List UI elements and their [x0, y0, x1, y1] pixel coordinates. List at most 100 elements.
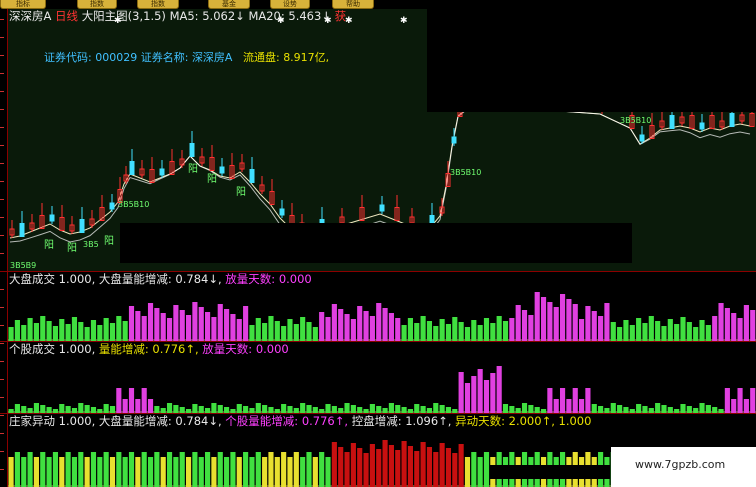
- candle-body: [451, 136, 457, 144]
- volume-bar: [445, 407, 452, 413]
- volume-bar: [737, 318, 743, 341]
- signal-star: ✱: [114, 16, 122, 26]
- yang-label: 阳: [67, 243, 77, 254]
- volume-bar: [287, 319, 293, 341]
- volume-bar: [598, 406, 604, 413]
- volume-bar: [648, 408, 654, 413]
- volume-bar: [750, 388, 756, 413]
- volume-bar: [376, 303, 382, 341]
- volume-bar: [572, 388, 578, 413]
- volume-bar: [407, 446, 413, 487]
- volume-bar: [496, 316, 502, 341]
- volume-bar: [274, 321, 280, 341]
- volume-bar: [636, 404, 642, 413]
- volume-bar: [661, 405, 667, 413]
- volume-bar: [433, 403, 439, 413]
- volume-bar: [458, 322, 464, 341]
- volume-bar: [135, 457, 141, 487]
- volume-bar: [65, 452, 71, 487]
- volume-bar: [274, 409, 280, 413]
- volume-bar: [731, 313, 737, 341]
- volume-bar: [147, 457, 154, 487]
- signal-star: ✱: [400, 16, 408, 26]
- volume-bar: [141, 452, 147, 487]
- volume-bar: [743, 399, 749, 413]
- volume-bar: [617, 405, 623, 413]
- redacted-region-middle: [120, 223, 632, 263]
- volume-bar: [718, 409, 724, 413]
- volume-bar: [559, 388, 566, 413]
- volume-bar: [426, 447, 433, 487]
- volume-bar: [509, 406, 515, 413]
- volume-bar: [604, 303, 610, 341]
- volume-bar: [433, 326, 439, 341]
- ma20-line: [9, 105, 751, 243]
- volume-bar: [262, 405, 268, 413]
- volume-bar: [331, 442, 337, 487]
- volume-bar: [21, 457, 27, 487]
- volume-bar: [90, 320, 97, 341]
- volume-bar: [65, 324, 71, 341]
- volume-bar: [534, 292, 540, 341]
- volume-bar: [471, 452, 477, 487]
- volume-bar: [629, 325, 635, 341]
- volume-bar: [636, 318, 642, 341]
- volume-bar: [483, 318, 490, 341]
- candle-body: [279, 208, 285, 216]
- volume-bar: [179, 452, 185, 487]
- signal-label: 3B5B9: [10, 261, 37, 270]
- volume-bar: [363, 409, 369, 413]
- volume-bar: [179, 310, 185, 341]
- volume-bar: [357, 407, 363, 413]
- volume-bar: [268, 316, 274, 341]
- volume-bar: [40, 405, 46, 413]
- volume-bar: [319, 452, 325, 487]
- candle-body: [79, 219, 85, 233]
- volume-bar: [464, 327, 471, 341]
- volume-bar: [166, 452, 173, 487]
- volume-bar: [211, 457, 217, 487]
- volume-bar: [262, 323, 268, 341]
- volume-bar: [566, 399, 572, 413]
- volume-bar: [338, 447, 344, 487]
- volume-bar: [90, 452, 97, 487]
- volume-bar: [268, 452, 274, 487]
- volume-bar: [693, 327, 699, 341]
- volume-bar: [464, 383, 471, 413]
- signal-label: 3B5B10: [620, 116, 652, 125]
- volume-bar: [667, 319, 673, 341]
- volume-bar: [534, 407, 540, 413]
- volume-bar: [255, 452, 261, 487]
- volume-bar: [173, 305, 179, 341]
- volume-bar: [122, 457, 128, 487]
- volume-bar: [224, 457, 230, 487]
- volume-bar: [401, 407, 407, 413]
- volume-bar: [21, 325, 27, 341]
- volume-bar: [46, 321, 52, 341]
- volume-bar: [230, 409, 236, 413]
- volume-bar: [344, 403, 350, 413]
- signal-label: 3B5B10: [118, 200, 150, 209]
- yang-label: 阳: [104, 236, 114, 247]
- volume-bar: [243, 452, 249, 487]
- volume-bar: [496, 366, 502, 413]
- watermark-box: www.7gpzb.com: [611, 447, 756, 487]
- volume-bar: [452, 409, 458, 413]
- volume-bar: [445, 324, 452, 341]
- volume-bar: [141, 316, 147, 341]
- volume-bar: [540, 297, 547, 341]
- volume-bar: [471, 376, 477, 413]
- watermark-text: www.7gpzb.com: [635, 458, 726, 471]
- volume-bar: [306, 405, 312, 413]
- volume-bar: [52, 326, 59, 341]
- volume-bar: [46, 407, 52, 413]
- volume-bar: [185, 315, 192, 341]
- volume-bar: [420, 406, 426, 413]
- volume-bar: [591, 404, 597, 413]
- volume-bar: [325, 404, 331, 413]
- volume-bar: [52, 452, 59, 487]
- volume-bar: [369, 444, 375, 487]
- volume-bar: [655, 321, 661, 341]
- volume-bar: [243, 306, 249, 341]
- volume-bar: [407, 318, 413, 341]
